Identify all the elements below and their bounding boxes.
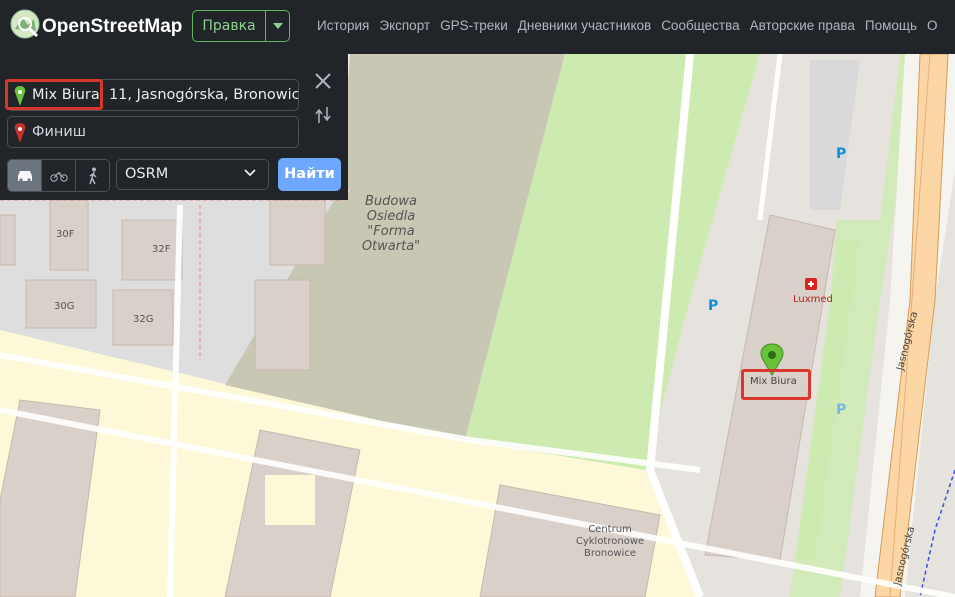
car-mode-button[interactable]: [8, 160, 42, 191]
nav-copyright[interactable]: Авторские права: [750, 18, 855, 33]
nav-diaries[interactable]: Дневники участников: [518, 18, 651, 33]
end-marker-icon: [14, 123, 26, 143]
parking-icon: P: [836, 402, 847, 418]
directions-panel: Mix Biura, 11, Jasnogórska, Bronowice Фи…: [0, 54, 348, 200]
end-input-placeholder: Финиш: [32, 124, 87, 140]
walk-mode-button[interactable]: [76, 160, 109, 191]
edit-button-group: Правка: [192, 10, 290, 42]
car-icon: [17, 170, 32, 182]
close-icon[interactable]: [314, 72, 332, 90]
parking-icon: P: [708, 298, 719, 314]
swap-direction-icon[interactable]: [313, 105, 333, 125]
edit-button[interactable]: Правка: [193, 11, 266, 41]
nav-export[interactable]: Экспорт: [379, 18, 430, 33]
walk-icon: [88, 167, 97, 184]
bicycle-mode-button[interactable]: [42, 160, 76, 191]
routing-engine-value: OSRM: [125, 166, 169, 182]
parking-icon: P: [836, 146, 847, 162]
nav-gps-traces[interactable]: GPS-треки: [440, 18, 508, 33]
caret-down-icon: [272, 23, 283, 29]
brand-name[interactable]: OpenStreetMap: [42, 16, 182, 38]
building-label-30g: 30G: [54, 301, 75, 312]
find-route-button[interactable]: Найти: [278, 158, 341, 191]
centrum-label: Centrum Cyklotronowe Bronowice: [575, 524, 645, 559]
bicycle-icon: [49, 171, 68, 182]
main-nav: История Экспорт GPS-треки Дневники участ…: [317, 18, 938, 33]
start-highlight-box: [5, 79, 103, 110]
chevron-down-icon: [244, 169, 256, 177]
routing-engine-select[interactable]: OSRM: [116, 159, 269, 190]
nav-communities[interactable]: Сообщества: [661, 18, 739, 33]
nav-help[interactable]: Помощь: [865, 18, 917, 33]
osm-logo-icon[interactable]: [10, 9, 40, 39]
transport-mode-group: [7, 159, 110, 192]
nav-about[interactable]: О: [927, 18, 938, 33]
building-label-32g: 32G: [133, 314, 154, 325]
marker-highlight-box: [741, 369, 811, 400]
building-label-30f: 30F: [56, 229, 75, 240]
building-label-32f: 32F: [152, 244, 171, 255]
luxmed-label: Luxmed: [793, 294, 833, 305]
edit-dropdown-toggle[interactable]: [266, 11, 289, 41]
top-navbar: OpenStreetMap Правка История Экспорт GPS…: [0, 0, 955, 54]
nav-history[interactable]: История: [317, 18, 369, 33]
construction-label: Budowa Osiedla "Forma Otwarta": [361, 194, 421, 254]
end-input[interactable]: Финиш: [7, 116, 299, 148]
